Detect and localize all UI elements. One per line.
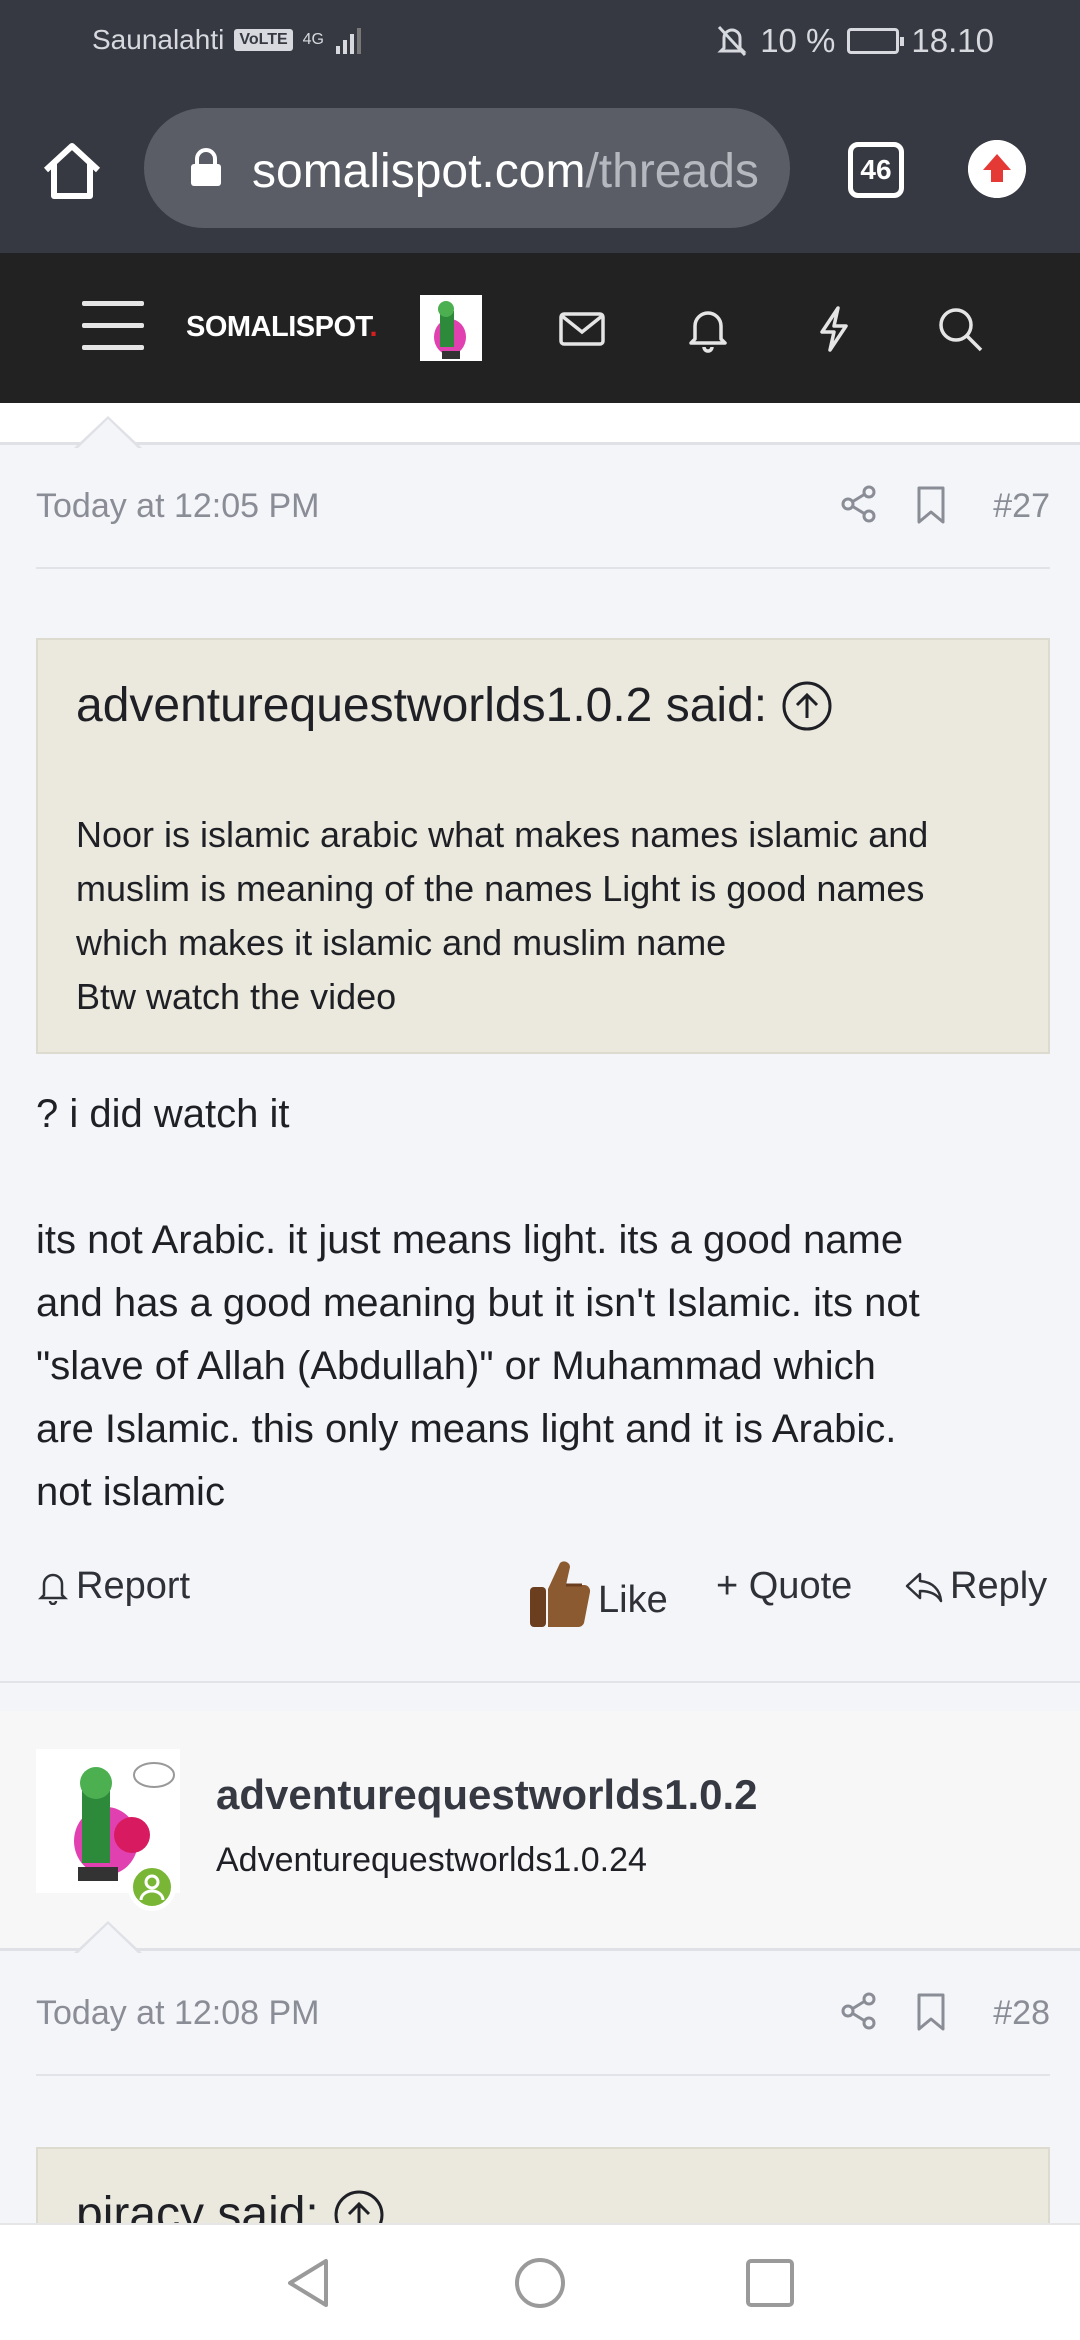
quote-button[interactable]: + Quote [716, 1565, 852, 1608]
tab-switcher-button[interactable]: 46 [848, 142, 904, 198]
network-label: 4G [302, 31, 324, 48]
post-actions: Report Like + Quote Reply [36, 1557, 1050, 1628]
quote-block: adventurequestworlds1.0.2 said: Noor is … [36, 638, 1050, 1054]
volte-badge: VoLTE [234, 29, 293, 51]
system-nav-bar [0, 2223, 1080, 2340]
share-icon[interactable] [840, 1992, 878, 2030]
lock-icon [191, 148, 221, 186]
reply-button[interactable]: Reply [904, 1565, 1047, 1608]
mute-bell-icon [717, 25, 747, 57]
quote-text: Noor is islamic arabic what makes names … [76, 814, 929, 1017]
thread-content: Today at 12:05 PM #27 adventurequestworl… [0, 403, 1080, 2223]
home-circle-icon[interactable] [512, 2255, 568, 2311]
signal-icon [335, 28, 361, 54]
site-navbar: SOMALISPOT. [0, 253, 1080, 403]
post-number[interactable]: #27 [993, 487, 1050, 526]
post-pointer [74, 416, 142, 449]
quote-block: piracy said: [36, 2147, 1050, 2223]
battery-icon [847, 28, 905, 54]
recents-icon[interactable] [742, 2255, 798, 2311]
back-icon[interactable] [282, 2255, 338, 2311]
post-body: ? i did watch it its not Arabic. it just… [36, 1092, 920, 1514]
battery-percent: 10 % [760, 22, 836, 59]
home-icon[interactable] [40, 138, 104, 202]
user-card: adventurequestworlds1.0.2 Adventurequest… [0, 1711, 1080, 1951]
post-number[interactable]: #28 [993, 1994, 1050, 2033]
post-header-strip [0, 403, 1080, 445]
inbox-icon[interactable] [558, 305, 606, 353]
thumbs-up-icon [530, 1561, 591, 1628]
carrier-label: Saunalahti [92, 24, 225, 55]
post-pointer [74, 1921, 142, 1954]
reply-arrow-icon [905, 1572, 943, 1602]
bell-icon [37, 1573, 69, 1605]
username-link[interactable]: adventurequestworlds1.0.2 [216, 1771, 758, 1819]
url-text: somalispot.com/threads [252, 145, 759, 198]
post-meta-row: Today at 12:05 PM #27 [36, 447, 1050, 569]
bookmark-icon[interactable] [914, 1992, 948, 2032]
bookmark-icon[interactable] [914, 485, 948, 525]
status-bar: Saunalahti VoLTE 4G 10 % 18.10 [0, 0, 1080, 86]
share-icon[interactable] [840, 485, 878, 523]
quote-attribution[interactable]: piracy said: [76, 2187, 385, 2223]
lightning-icon[interactable] [810, 305, 858, 353]
clock: 18.10 [911, 22, 994, 59]
report-button[interactable]: Report [36, 1565, 190, 1608]
address-bar[interactable]: somalispot.com/threads [144, 108, 790, 228]
bell-icon[interactable] [684, 305, 732, 353]
post-date[interactable]: Today at 12:08 PM [36, 1994, 320, 2033]
quote-attribution[interactable]: adventurequestworlds1.0.2 said: [76, 678, 833, 733]
arrow-up-circle-icon[interactable] [781, 680, 833, 732]
menu-icon[interactable] [82, 301, 144, 353]
update-arrow-icon[interactable] [968, 140, 1026, 198]
account-avatar[interactable] [420, 295, 482, 361]
browser-chrome: Saunalahti VoLTE 4G 10 % 18.10 somalispo… [0, 0, 1080, 253]
site-logo[interactable]: SOMALISPOT. [186, 311, 378, 344]
post-meta-row: Today at 12:08 PM #28 [36, 1954, 1050, 2076]
search-icon[interactable] [936, 305, 984, 353]
post-date[interactable]: Today at 12:05 PM [36, 487, 320, 526]
online-status-icon [128, 1863, 176, 1911]
arrow-up-circle-icon[interactable] [333, 2189, 385, 2224]
user-title: Adventurequestworlds1.0.24 [216, 1841, 647, 1879]
post-separator [0, 1681, 1080, 1711]
browser-toolbar: somalispot.com/threads 46 [0, 108, 1080, 232]
like-button[interactable]: Like [522, 1557, 668, 1633]
